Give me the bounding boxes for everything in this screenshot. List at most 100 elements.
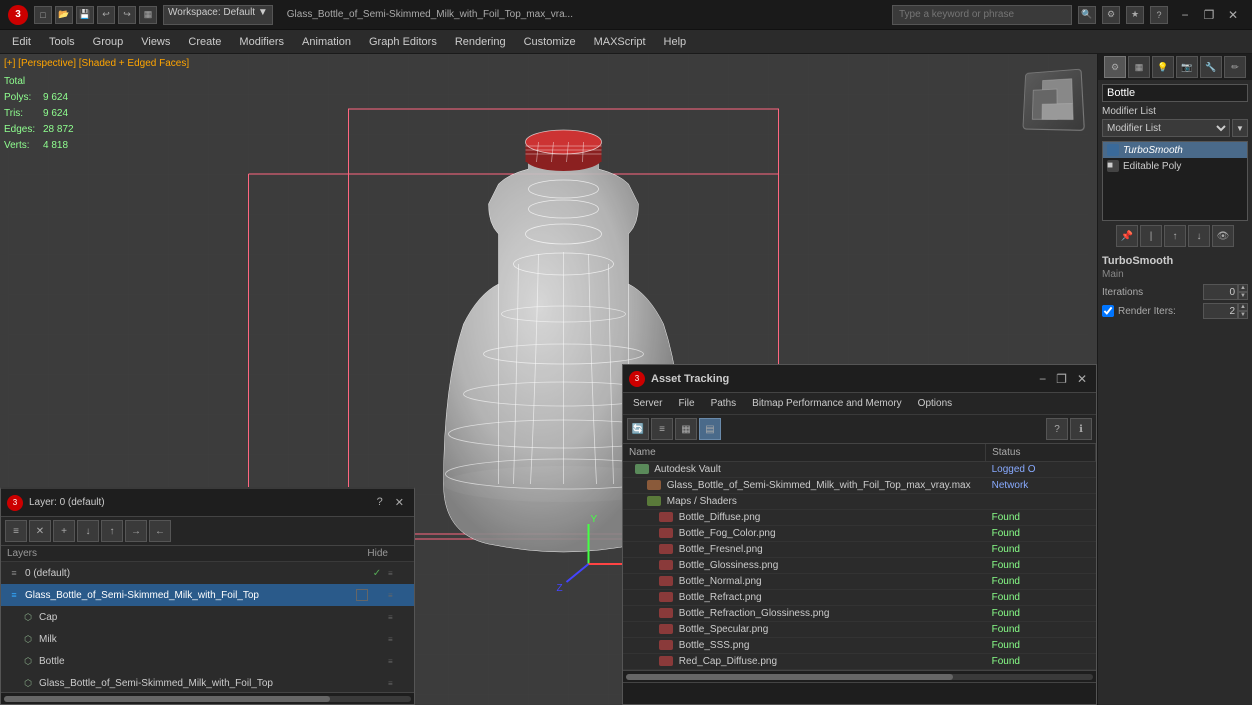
menu-maxscript[interactable]: MAXScript <box>586 31 654 53</box>
workspace-dropdown[interactable]: Workspace: Default ▼ <box>163 5 273 25</box>
layer-row[interactable]: ≡ Glass_Bottle_of_Semi-Skimmed_Milk_with… <box>1 584 414 606</box>
layer-tool-1[interactable]: ≡ <box>5 520 27 542</box>
layer-tool-delete[interactable]: ✕ <box>29 520 51 542</box>
modifier-dropdown-arrow[interactable]: ▼ <box>1232 119 1248 137</box>
modifier-editablepolyitem[interactable]: ■ Editable Poly <box>1103 158 1247 174</box>
rp-tab-3[interactable]: 💡 <box>1152 56 1174 78</box>
asset-tb-1[interactable]: 🔄 <box>627 418 649 440</box>
rp-tab-6[interactable]: ✏ <box>1224 56 1246 78</box>
table-row[interactable]: Bottle_Fog_Color.png Found <box>623 526 1096 542</box>
minimize-button[interactable]: − <box>1174 4 1196 26</box>
col-name[interactable]: Name <box>623 444 986 462</box>
asset-restore-btn[interactable]: ❐ <box>1053 372 1070 386</box>
table-row[interactable]: Bottle_Normal.png Found <box>623 574 1096 590</box>
render-iters-up-btn[interactable]: ▲ <box>1238 303 1248 311</box>
menu-views[interactable]: Views <box>133 31 178 53</box>
help-btn[interactable]: ? <box>1150 6 1168 24</box>
asset-menu-bitmap[interactable]: Bitmap Performance and Memory <box>746 397 908 410</box>
layer-panel-close[interactable]: ✕ <box>391 496 408 509</box>
search-btn[interactable]: 🔍 <box>1078 6 1096 24</box>
asset-menu-options[interactable]: Options <box>912 397 958 410</box>
undo-btn[interactable]: ↩ <box>97 6 115 24</box>
asset-minimize-btn[interactable]: − <box>1036 372 1049 386</box>
open-btn[interactable]: 📂 <box>55 6 73 24</box>
iterations-up-btn[interactable]: ▲ <box>1238 284 1248 292</box>
asset-scrollbar-horizontal[interactable] <box>623 670 1096 682</box>
rp-tab-1[interactable]: ⚙ <box>1104 56 1126 78</box>
mod-show-btn[interactable]: 👁 <box>1212 225 1234 247</box>
table-row[interactable]: Bottle_Refraction_Glossiness.png Found <box>623 606 1096 622</box>
rp-tab-4[interactable]: 📷 <box>1176 56 1198 78</box>
menu-tools[interactable]: Tools <box>41 31 83 53</box>
menu-group[interactable]: Group <box>85 31 132 53</box>
asset-tb-3[interactable]: ▦ <box>675 418 697 440</box>
new-btn[interactable]: □ <box>34 6 52 24</box>
layer-tool-7[interactable]: ← <box>149 520 171 542</box>
layer-tool-5[interactable]: ↑ <box>101 520 123 542</box>
render-setup-btn[interactable]: ▦ <box>139 6 157 24</box>
asset-close-btn[interactable]: ✕ <box>1074 372 1090 386</box>
layer-tool-4[interactable]: ↓ <box>77 520 99 542</box>
layer-row[interactable]: ⬡ Cap ≡ <box>1 606 414 628</box>
navigation-cube[interactable] <box>1017 64 1087 134</box>
render-iters-down-btn[interactable]: ▼ <box>1238 311 1248 319</box>
iterations-down-btn[interactable]: ▼ <box>1238 292 1248 300</box>
layer-tool-6[interactable]: → <box>125 520 147 542</box>
restore-button[interactable]: ❐ <box>1198 4 1220 26</box>
asset-menu-server[interactable]: Server <box>627 397 668 410</box>
render-iters-checkbox[interactable] <box>1102 305 1114 317</box>
layer-row[interactable]: ≡ 0 (default) ✓ ≡ <box>1 562 414 584</box>
table-row[interactable]: Maps / Shaders <box>623 494 1096 510</box>
menu-rendering[interactable]: Rendering <box>447 31 514 53</box>
rp-tab-2[interactable]: ▦ <box>1128 56 1150 78</box>
menu-graph-editors[interactable]: Graph Editors <box>361 31 445 53</box>
asset-menu-paths[interactable]: Paths <box>705 397 743 410</box>
table-row[interactable]: Bottle_Refract.png Found <box>623 590 1096 606</box>
menu-edit[interactable]: Edit <box>4 31 39 53</box>
table-row[interactable]: Bottle_Specular.png Found <box>623 622 1096 638</box>
table-row[interactable]: Glass_Bottle_of_Semi-Skimmed_Milk_with_F… <box>623 478 1096 494</box>
layer-panel-question[interactable]: ? <box>373 496 387 509</box>
modifier-turbosmoothitem[interactable]: TurboSmooth <box>1103 142 1247 158</box>
asset-input-bar <box>623 682 1096 704</box>
layer-tool-add[interactable]: + <box>53 520 75 542</box>
layer-row[interactable]: ⬡ Glass_Bottle_of_Semi-Skimmed_Milk_with… <box>1 672 414 692</box>
nav-btn2[interactable]: ★ <box>1126 6 1144 24</box>
table-row[interactable]: Red_Cap_Diffuse.png Found <box>623 654 1096 670</box>
asset-tb-info[interactable]: ℹ <box>1070 418 1092 440</box>
table-row[interactable]: Bottle_SSS.png Found <box>623 638 1096 654</box>
table-row[interactable]: Bottle_Glossiness.png Found <box>623 558 1096 574</box>
mod-params-btn[interactable]: | <box>1140 225 1162 247</box>
asset-menu-file[interactable]: File <box>672 397 700 410</box>
asset-tb-4[interactable]: ▤ <box>699 418 721 440</box>
nav-btn1[interactable]: ⚙ <box>1102 6 1120 24</box>
layer-row[interactable]: ⬡ Bottle ≡ <box>1 650 414 672</box>
iterations-input[interactable] <box>1203 284 1238 300</box>
search-input[interactable] <box>892 5 1072 25</box>
properties-title: TurboSmooth <box>1102 255 1248 267</box>
layer-row[interactable]: ⬡ Milk ≡ <box>1 628 414 650</box>
render-iters-input[interactable] <box>1203 303 1238 319</box>
close-button[interactable]: ✕ <box>1222 4 1244 26</box>
menu-create[interactable]: Create <box>180 31 229 53</box>
asset-tb-2[interactable]: ≡ <box>651 418 673 440</box>
table-row[interactable]: Autodesk Vault Logged O <box>623 462 1096 478</box>
menu-customize[interactable]: Customize <box>516 31 584 53</box>
layer-scrollbar[interactable] <box>1 692 414 704</box>
mod-pin-btn[interactable]: 📌 <box>1116 225 1138 247</box>
menu-animation[interactable]: Animation <box>294 31 359 53</box>
mod-move-dn-btn[interactable]: ↓ <box>1188 225 1210 247</box>
modifier-select[interactable]: Modifier List <box>1102 119 1230 137</box>
mod-move-up-btn[interactable]: ↑ <box>1164 225 1186 247</box>
rp-tab-5[interactable]: 🔧 <box>1200 56 1222 78</box>
table-row[interactable]: Bottle_Diffuse.png Found <box>623 510 1096 526</box>
table-row[interactable]: Bottle_Fresnel.png Found <box>623 542 1096 558</box>
png-icon <box>659 656 673 666</box>
save-btn[interactable]: 💾 <box>76 6 94 24</box>
redo-btn[interactable]: ↪ <box>118 6 136 24</box>
asset-tb-help[interactable]: ? <box>1046 418 1068 440</box>
object-name-field[interactable] <box>1102 84 1248 102</box>
col-status[interactable]: Status <box>986 444 1096 462</box>
menu-help[interactable]: Help <box>656 31 695 53</box>
menu-modifiers[interactable]: Modifiers <box>231 31 292 53</box>
